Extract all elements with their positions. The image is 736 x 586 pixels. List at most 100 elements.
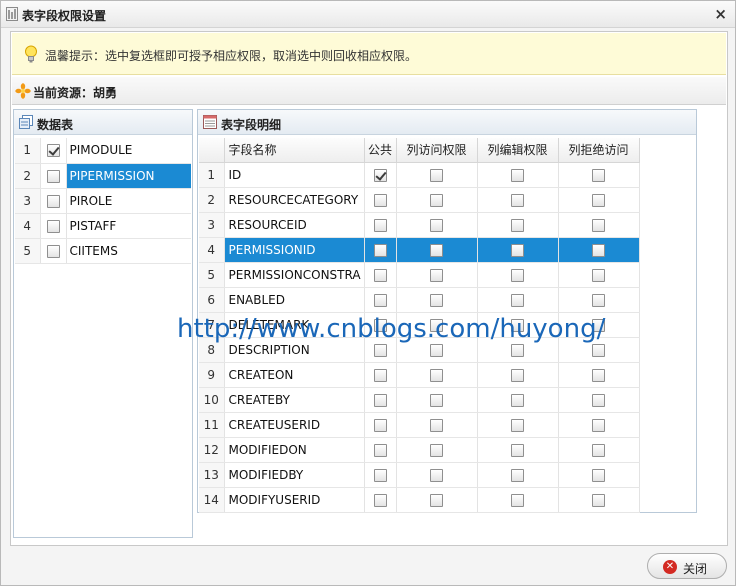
- access-checkbox[interactable]: [430, 218, 443, 232]
- deny-checkbox[interactable]: [592, 468, 605, 482]
- table-checkbox[interactable]: [46, 244, 60, 258]
- header-field-name[interactable]: 字段名称: [224, 138, 365, 163]
- access-checkbox[interactable]: [430, 318, 443, 332]
- table-row[interactable]: 4 PISTAFF: [15, 213, 191, 239]
- public-checkbox[interactable]: [373, 293, 387, 307]
- fields-panel: 表字段明细 字段名称 公共 列访问权限 列编辑权限 列拒绝访问 1 ID 2 RESO…: [197, 109, 697, 513]
- table-list-icon: [19, 115, 33, 129]
- close-button-label: 关闭: [683, 562, 708, 576]
- public-checkbox[interactable]: [373, 368, 387, 382]
- table-name[interactable]: PIROLE: [66, 188, 191, 214]
- field-row[interactable]: 8 DESCRIPTION: [199, 337, 640, 363]
- table-name[interactable]: CIITEMS: [66, 238, 191, 264]
- table-row[interactable]: 5 CIITEMS: [15, 238, 191, 264]
- deny-checkbox[interactable]: [592, 293, 605, 307]
- access-checkbox[interactable]: [430, 293, 443, 307]
- public-checkbox[interactable]: [373, 443, 387, 457]
- edit-checkbox[interactable]: [511, 193, 524, 207]
- access-checkbox[interactable]: [430, 168, 443, 182]
- edit-checkbox[interactable]: [511, 368, 524, 382]
- deny-checkbox[interactable]: [592, 243, 605, 257]
- field-row[interactable]: 9 CREATEON: [199, 362, 640, 388]
- field-row[interactable]: 3 RESOURCEID: [199, 212, 640, 238]
- field-row[interactable]: 4 PERMISSIONID: [199, 237, 640, 263]
- deny-checkbox[interactable]: [592, 168, 605, 182]
- access-checkbox[interactable]: [430, 443, 443, 457]
- field-row[interactable]: 7 DELETEMARK: [199, 312, 640, 338]
- public-checkbox[interactable]: [373, 493, 387, 507]
- public-checkbox[interactable]: [373, 393, 387, 407]
- header-deny[interactable]: 列拒绝访问: [558, 138, 640, 163]
- header-access[interactable]: 列访问权限: [396, 138, 478, 163]
- access-checkbox[interactable]: [430, 368, 443, 382]
- table-checkbox[interactable]: [46, 219, 60, 233]
- deny-cell: [558, 437, 640, 463]
- public-checkbox[interactable]: [373, 343, 387, 357]
- deny-checkbox[interactable]: [592, 318, 605, 332]
- deny-checkbox[interactable]: [592, 218, 605, 232]
- edit-checkbox[interactable]: [511, 318, 524, 332]
- deny-checkbox[interactable]: [592, 343, 605, 357]
- deny-checkbox[interactable]: [592, 193, 605, 207]
- public-checkbox[interactable]: [373, 418, 387, 432]
- public-checkbox[interactable]: [373, 468, 387, 482]
- table-row[interactable]: 3 PIROLE: [15, 188, 191, 214]
- access-checkbox[interactable]: [430, 193, 443, 207]
- deny-checkbox[interactable]: [592, 493, 605, 507]
- access-checkbox[interactable]: [430, 243, 443, 257]
- table-row[interactable]: 1 PIMODULE: [15, 138, 191, 164]
- field-row[interactable]: 2 RESOURCECATEGORY: [199, 187, 640, 213]
- field-row[interactable]: 10 CREATEBY: [199, 387, 640, 413]
- field-row[interactable]: 14 MODIFYUSERID: [199, 487, 640, 513]
- access-checkbox[interactable]: [430, 468, 443, 482]
- header-edit[interactable]: 列编辑权限: [477, 138, 559, 163]
- dialog-close-icon[interactable]: ×: [714, 5, 727, 23]
- public-checkbox[interactable]: [373, 243, 387, 257]
- edit-checkbox[interactable]: [511, 418, 524, 432]
- access-checkbox[interactable]: [430, 418, 443, 432]
- table-name[interactable]: PIPERMISSION: [66, 163, 191, 189]
- deny-checkbox[interactable]: [592, 418, 605, 432]
- table-name[interactable]: PIMODULE: [66, 138, 191, 164]
- edit-checkbox[interactable]: [511, 268, 524, 282]
- field-row[interactable]: 6 ENABLED: [199, 287, 640, 313]
- access-checkbox[interactable]: [430, 393, 443, 407]
- header-public[interactable]: 公共: [364, 138, 397, 163]
- public-checkbox[interactable]: [373, 193, 387, 207]
- fields-panel-title: 表字段明细: [221, 118, 282, 132]
- edit-checkbox[interactable]: [511, 218, 524, 232]
- access-checkbox[interactable]: [430, 493, 443, 507]
- edit-checkbox[interactable]: [511, 293, 524, 307]
- access-cell: [396, 362, 478, 388]
- field-row[interactable]: 13 MODIFIEDBY: [199, 462, 640, 488]
- edit-checkbox[interactable]: [511, 343, 524, 357]
- close-button[interactable]: ✕ 关闭: [647, 553, 727, 579]
- edit-checkbox[interactable]: [511, 393, 524, 407]
- deny-checkbox[interactable]: [592, 443, 605, 457]
- public-checkbox[interactable]: [373, 218, 387, 232]
- edit-checkbox[interactable]: [511, 243, 524, 257]
- table-row[interactable]: 2 PIPERMISSION: [15, 163, 191, 189]
- table-checkbox[interactable]: [46, 144, 60, 158]
- public-checkbox[interactable]: [373, 268, 387, 282]
- field-row[interactable]: 12 MODIFIEDON: [199, 437, 640, 463]
- deny-checkbox[interactable]: [592, 268, 605, 282]
- deny-cell: [558, 487, 640, 513]
- table-checkbox[interactable]: [46, 169, 60, 183]
- access-checkbox[interactable]: [430, 343, 443, 357]
- row-number: 6: [199, 287, 225, 313]
- edit-checkbox[interactable]: [511, 168, 524, 182]
- public-checkbox[interactable]: [373, 168, 387, 182]
- deny-checkbox[interactable]: [592, 393, 605, 407]
- edit-checkbox[interactable]: [511, 468, 524, 482]
- public-checkbox[interactable]: [373, 318, 387, 332]
- field-row[interactable]: 11 CREATEUSERID: [199, 412, 640, 438]
- access-checkbox[interactable]: [430, 268, 443, 282]
- edit-checkbox[interactable]: [511, 493, 524, 507]
- edit-checkbox[interactable]: [511, 443, 524, 457]
- field-row[interactable]: 5 PERMISSIONCONSTRA: [199, 262, 640, 288]
- table-name[interactable]: PISTAFF: [66, 213, 191, 239]
- field-row[interactable]: 1 ID: [199, 162, 640, 188]
- table-checkbox[interactable]: [46, 194, 60, 208]
- deny-checkbox[interactable]: [592, 368, 605, 382]
